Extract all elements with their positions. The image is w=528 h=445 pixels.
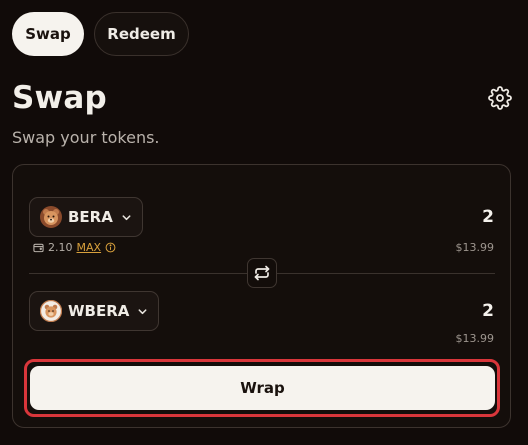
page-subtitle: Swap your tokens. — [12, 128, 160, 147]
wallet-icon — [33, 243, 44, 253]
from-usd-value: $13.99 — [455, 241, 495, 254]
from-balance: 2.10 MAX — [33, 241, 116, 254]
from-amount[interactable]: 2 — [482, 207, 494, 227]
swap-arrows-icon — [254, 265, 270, 281]
wrap-button[interactable]: Wrap — [30, 366, 495, 410]
tab-swap[interactable]: Swap — [12, 12, 84, 56]
switch-direction-button[interactable] — [247, 258, 277, 288]
bera-logo-icon — [40, 206, 62, 228]
info-icon — [105, 242, 116, 253]
max-button[interactable]: MAX — [77, 241, 102, 254]
mode-tabs: Swap Redeem — [12, 12, 189, 56]
to-usd-value: $13.99 — [455, 332, 495, 345]
settings-button[interactable] — [488, 86, 512, 110]
wbera-logo-icon — [40, 300, 62, 322]
chevron-down-icon — [122, 214, 131, 220]
to-amount: 2 — [482, 301, 494, 321]
balance-value: 2.10 — [48, 241, 73, 254]
chevron-down-icon — [138, 308, 147, 314]
to-token-selector[interactable]: WBERA — [29, 291, 160, 331]
swap-card: BERA 2 $13.99 2.10 MAX WBERA 2 $13.99 Wr… — [12, 164, 511, 428]
page-title: Swap — [12, 80, 107, 116]
to-token-symbol: WBERA — [68, 302, 130, 320]
from-token-symbol: BERA — [68, 208, 113, 226]
gear-icon — [488, 86, 512, 110]
tab-redeem[interactable]: Redeem — [94, 12, 189, 56]
from-token-selector[interactable]: BERA — [29, 197, 143, 237]
